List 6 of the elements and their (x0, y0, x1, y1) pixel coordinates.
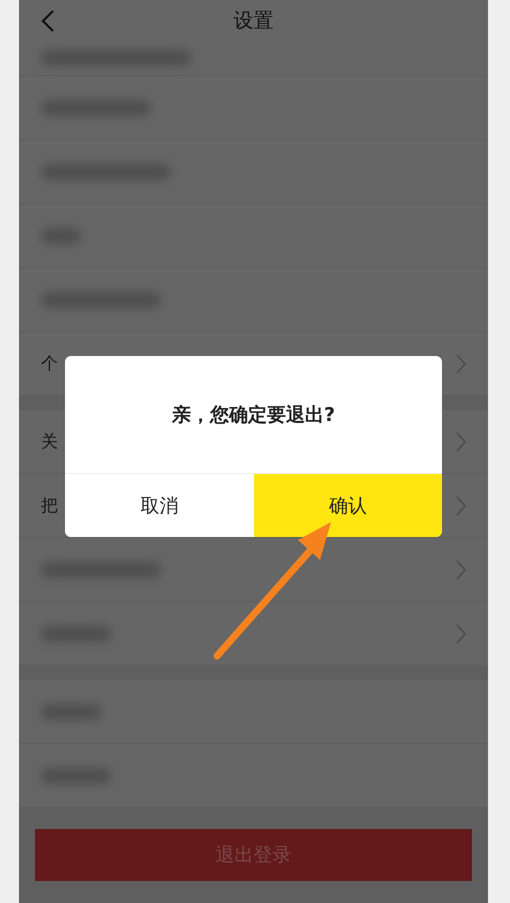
page-title: 设置 (234, 6, 274, 34)
settings-item[interactable]: 个 (41, 352, 58, 375)
back-icon[interactable] (41, 10, 55, 32)
settings-item[interactable]: 关 (41, 430, 58, 453)
settings-item[interactable]: 把 (41, 494, 58, 517)
confirm-button[interactable]: 确认 (254, 474, 442, 537)
